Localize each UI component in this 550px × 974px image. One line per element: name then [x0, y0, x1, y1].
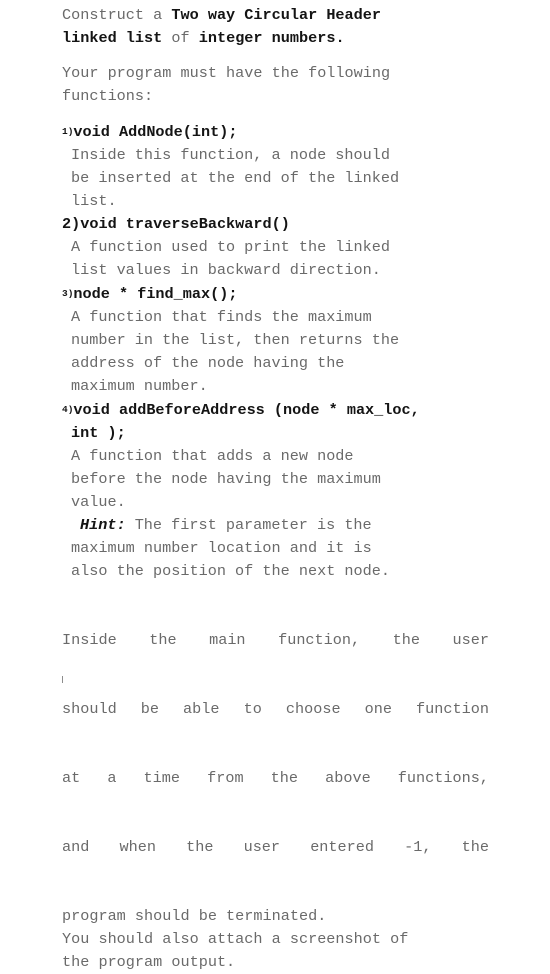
intro-line-2-mid: of [162, 29, 199, 47]
word: functions, [397, 769, 489, 787]
function-item-1-marker: 1) [62, 126, 74, 137]
function-item-1-code: void AddNode(int); [73, 123, 238, 141]
paragraph-gap-1 [62, 50, 492, 62]
function-item-2-desc-line-1: A function used to print the linked [71, 238, 390, 256]
word: above [325, 769, 371, 787]
function-item-2-code: void traverseBackward() [80, 215, 290, 233]
function-item-4-code-cont: int ); [71, 424, 126, 442]
function-item-4-marker: 4) [62, 404, 74, 415]
function-item-3-desc-line-4: maximum number. [71, 377, 208, 395]
intro-line-1-bold: Two way Circular Header [171, 6, 381, 24]
word: to [243, 700, 262, 718]
word: the [186, 838, 214, 856]
intro-line-1: Construct a Two way Circular Header [62, 4, 492, 27]
requirements-line-2: functions: [62, 87, 154, 105]
intro-line-2-end: . [335, 29, 345, 47]
word: Inside [62, 631, 117, 649]
word: when [119, 838, 156, 856]
intro-line-1-prefix: Construct a [62, 6, 172, 24]
hint-line-1: Hint: The first parameter is the [62, 514, 492, 537]
assignment-document: Construct a Two way Circular Header link… [62, 4, 492, 974]
word: the [461, 838, 489, 856]
hint-line-2: maximum number location and it is [71, 539, 372, 557]
function-item-3-desc-line-3: address of the node having the [71, 354, 345, 372]
intro-line-2: linked list of integer numbers. [62, 27, 492, 50]
function-item-1-desc-line-1: Inside this function, a node should [71, 146, 390, 164]
function-item-4-signature-cont: int ); [62, 422, 492, 445]
closing-justified-line-1: Inside the main function, the user [62, 629, 489, 652]
word: function, [278, 631, 361, 649]
closing-justified-line-3: at a time from the above functions, [62, 767, 489, 790]
word: at [62, 769, 81, 787]
word: function [416, 700, 489, 718]
word: -1, [404, 838, 432, 856]
function-item-4-signature: 4)void addBeforeAddress (node * max_loc, [62, 398, 492, 422]
hint-text-1: The first parameter is the [125, 516, 372, 534]
closing-tail-line-3: the program output. [62, 953, 236, 971]
word: a [107, 769, 117, 787]
word: from [207, 769, 244, 787]
closing-justified-line-2: should be able to choose one function [62, 698, 489, 721]
word: choose [285, 700, 341, 718]
function-item-3-signature: 3)node * find_max(); [62, 282, 492, 306]
intro-line-2-bold-a: linked list [62, 29, 163, 47]
closing-tail-line-2: You should also attach a screenshot of [62, 930, 409, 948]
hint-line-3: also the position of the next node. [71, 562, 390, 580]
cursor-artifact [62, 676, 63, 683]
paragraph-gap-2 [62, 108, 492, 120]
word: user [243, 838, 281, 856]
word: main [209, 631, 246, 649]
closing-tail-line-1: program should be terminated. [62, 907, 327, 925]
function-item-2-desc-line-2: list values in backward direction. [71, 261, 381, 279]
word: and [62, 838, 90, 856]
function-item-2-marker: 2) [62, 215, 81, 233]
closing-paragraph: Inside the main function, the user should be ab… [62, 583, 492, 905]
function-item-3-code: node * find_max(); [73, 285, 238, 303]
closing-justified-line-4: and when the user entered -1, the [62, 836, 489, 859]
function-item-4-desc-line-2: before the node having the maximum [71, 470, 381, 488]
word: time [143, 769, 181, 787]
function-item-4-desc-line-3: value. [71, 493, 126, 511]
intro-line-2-bold-b: integer numbers [198, 29, 336, 47]
word: one [364, 700, 392, 718]
function-item-1-signature: 1)void AddNode(int); [62, 120, 492, 144]
function-item-4-desc-line-1: A function that adds a new node [71, 447, 354, 465]
word: the [392, 631, 420, 649]
word: able [183, 700, 220, 718]
function-item-1-desc-line-2: be inserted at the end of the linked [71, 169, 400, 187]
function-item-1-desc-line-3: list. [71, 192, 117, 210]
word: entered [310, 838, 374, 856]
word: the [149, 631, 177, 649]
function-item-4-code: void addBeforeAddress (node * max_loc, [73, 401, 420, 419]
word: user [452, 631, 489, 649]
function-item-3-marker: 3) [62, 288, 74, 299]
function-item-3-desc-line-1: A function that finds the maximum [71, 308, 372, 326]
word: be [140, 700, 159, 718]
function-item-2-signature: 2)void traverseBackward() [62, 213, 492, 236]
word: should [62, 700, 117, 718]
function-item-3-desc-line-2: number in the list, then returns the [71, 331, 400, 349]
hint-label: Hint: [80, 516, 126, 534]
word: the [270, 769, 299, 787]
requirements-line-1: Your program must have the following [62, 64, 391, 82]
